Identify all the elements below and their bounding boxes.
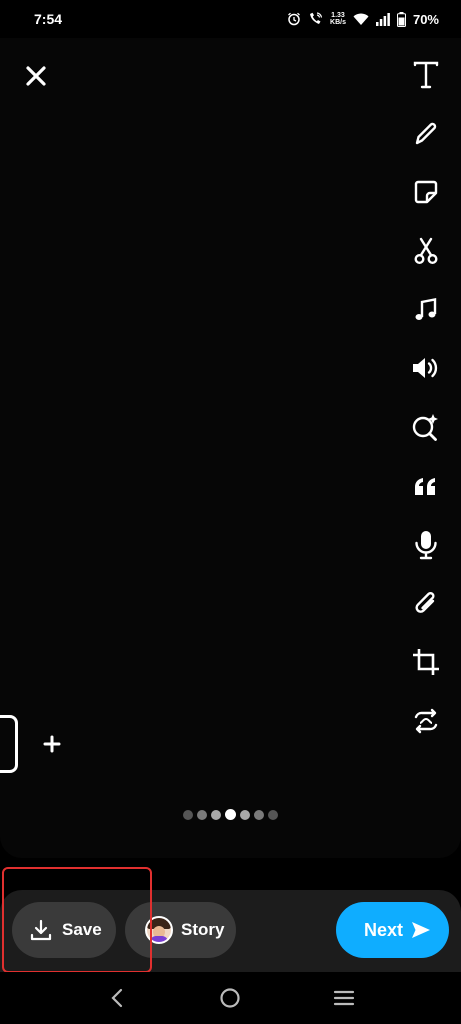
loop-icon (414, 708, 438, 733)
clip-thumbnail[interactable] (0, 715, 18, 773)
home-circle-icon (220, 988, 241, 1008)
crop-icon (413, 648, 439, 675)
save-label: Save (62, 920, 102, 939)
music-note-icon (415, 297, 437, 320)
music-tool-button[interactable] (409, 293, 443, 327)
network-speed: 1.33 KB/s (330, 12, 346, 26)
download-icon (30, 919, 52, 941)
battery-icon (396, 11, 406, 27)
page-dot (240, 809, 250, 820)
page-dot (254, 809, 264, 820)
text-icon (413, 61, 439, 89)
system-nav-bar (0, 972, 461, 1024)
sticker-icon (414, 181, 438, 204)
editing-toolbar (409, 58, 443, 762)
scissors-icon (414, 237, 438, 265)
net-speed-unit: KB/s (330, 19, 346, 26)
wifi-calling-icon (308, 12, 323, 26)
nav-recents-button[interactable] (324, 978, 364, 1018)
status-time: 7:54 (34, 11, 63, 27)
text-tool-button[interactable] (409, 58, 443, 92)
sound-tool-button[interactable] (409, 351, 443, 385)
quote-icon (415, 477, 435, 495)
story-button[interactable]: Story (125, 902, 236, 958)
status-icons: 1.33 KB/s 70% (287, 11, 439, 27)
next-label: Next (364, 919, 404, 940)
close-icon (26, 66, 46, 86)
close-button[interactable] (20, 60, 52, 92)
voice-tool-button[interactable] (409, 528, 443, 562)
status-bar: 7:54 1.33 KB/s 70% (0, 0, 461, 38)
quote-tool-button[interactable] (409, 469, 443, 503)
action-bar: Save Story Next (0, 890, 461, 972)
nav-home-button[interactable] (210, 978, 250, 1018)
magic-lens-icon (412, 414, 438, 442)
next-button[interactable]: Next (336, 902, 449, 958)
plus-icon (43, 735, 61, 753)
scissors-tool-button[interactable] (409, 234, 443, 268)
save-button[interactable]: Save (12, 902, 116, 958)
page-dot (197, 809, 207, 820)
signal-icon (375, 12, 390, 26)
add-clip-button[interactable] (36, 728, 68, 760)
net-speed-value: 1.33 (331, 12, 345, 19)
story-label: Story (181, 920, 225, 939)
battery-level: 70% (412, 11, 439, 27)
crop-tool-button[interactable] (409, 645, 443, 679)
lens-tool-button[interactable] (409, 410, 443, 444)
loop-tool-button[interactable] (409, 704, 443, 738)
wifi-icon (353, 13, 369, 26)
page-dot (268, 809, 278, 820)
alarm-icon (287, 12, 301, 26)
draw-tool-button[interactable] (409, 117, 443, 151)
speaker-icon (413, 358, 438, 379)
pencil-icon (415, 122, 437, 144)
snap-preview[interactable] (0, 38, 461, 858)
nav-back-button[interactable] (97, 978, 137, 1018)
paperclip-icon (415, 592, 435, 614)
recents-menu-icon (334, 990, 355, 1006)
page-dot-active (225, 809, 236, 820)
back-chevron-icon (111, 988, 122, 1008)
page-indicator-dots (183, 809, 278, 820)
link-tool-button[interactable] (409, 586, 443, 620)
snap-editor-screen: 7:54 1.33 KB/s 70% Save Story Next (0, 0, 461, 1024)
microphone-icon (415, 530, 437, 559)
page-dot (211, 809, 221, 820)
send-arrow-icon (412, 922, 431, 938)
bitmoji-avatar-icon (145, 916, 173, 944)
page-dot (183, 809, 193, 820)
sticker-tool-button[interactable] (409, 175, 443, 209)
